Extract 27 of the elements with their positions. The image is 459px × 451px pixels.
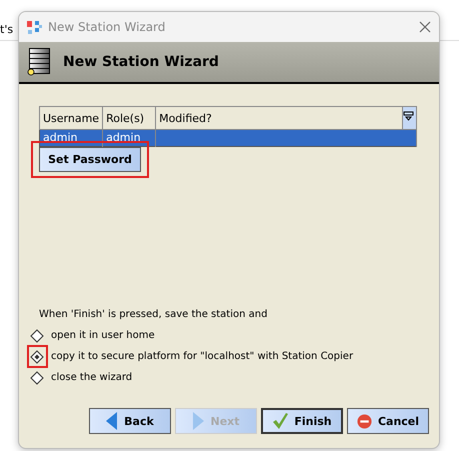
set-password-button[interactable]: Set Password	[39, 147, 141, 172]
finish-intro-text: When 'Finish' is pressed, save the station and	[39, 309, 268, 320]
radio-button[interactable]	[29, 348, 45, 364]
window-title: New Station Wizard	[48, 20, 166, 34]
column-header[interactable]: Modified?	[156, 106, 402, 130]
background-text: t's	[0, 23, 14, 36]
app-icon	[27, 20, 42, 34]
option-label: copy it to secure platform for "localhost" with Station Copier	[51, 351, 354, 362]
cancel-button[interactable]: Cancel	[347, 408, 429, 434]
close-icon[interactable]	[419, 21, 431, 33]
check-icon	[272, 413, 288, 429]
back-button[interactable]: Back	[89, 408, 171, 434]
option-label: close the wizard	[51, 372, 132, 383]
server-stack-icon	[27, 48, 51, 76]
table-cell: admin	[43, 131, 78, 144]
column-header[interactable]: Role(s)	[102, 106, 156, 130]
right-triangle-icon	[192, 412, 204, 430]
table-cell: admin	[106, 131, 141, 144]
option-label: open it in user home	[51, 330, 155, 341]
radio-button[interactable]	[29, 370, 45, 386]
cancel-icon	[356, 414, 372, 428]
radio-button[interactable]	[29, 328, 45, 344]
column-chooser-icon[interactable]	[402, 106, 416, 130]
header-title: New Station Wizard	[63, 54, 219, 70]
left-triangle-icon	[106, 412, 118, 430]
finish-button[interactable]: Finish	[261, 408, 343, 434]
column-header[interactable]: Username	[40, 106, 103, 130]
